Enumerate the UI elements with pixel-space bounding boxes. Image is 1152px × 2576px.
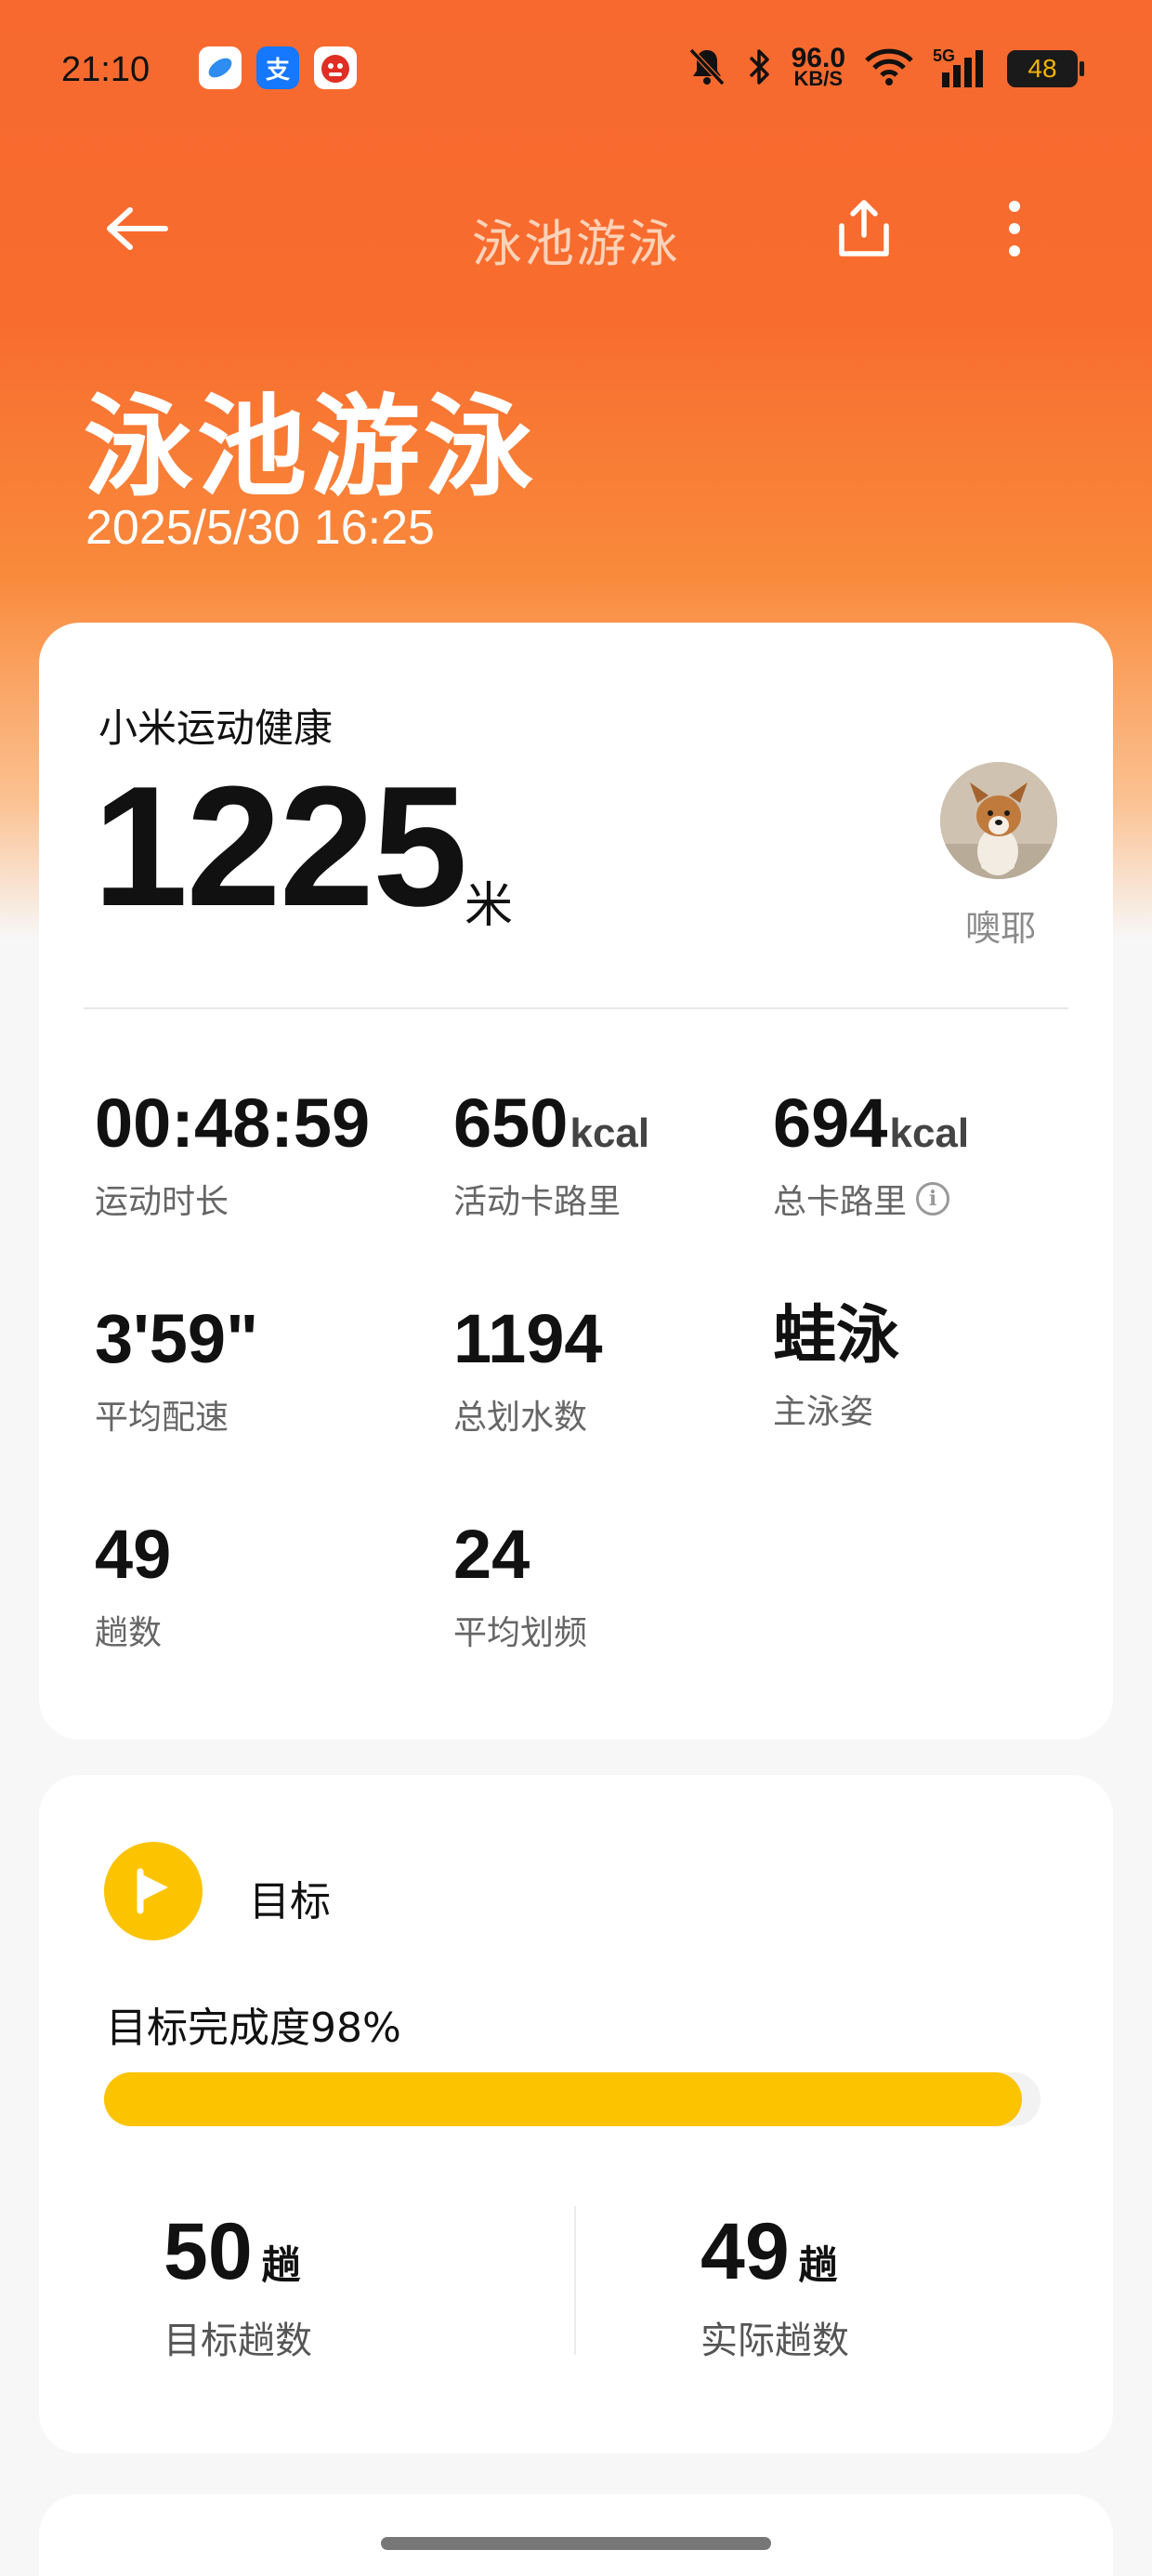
dog-photo (940, 762, 1057, 879)
goal-column-divider (574, 2206, 576, 2355)
distance-unit: 米 (465, 878, 514, 934)
share-button[interactable] (819, 184, 909, 273)
net-speed: 96.0 KB/S (791, 43, 845, 90)
stat-laps: 49 趟数 (95, 1520, 171, 1654)
card-divider (84, 1007, 1068, 1009)
goal-completion-text: 目标完成度98% (106, 2004, 401, 2052)
stat-value: 694 (773, 1084, 888, 1162)
goal-target-label: 目标趟数 (164, 2320, 312, 2362)
stat-label: 运动时长 (95, 1183, 229, 1221)
summary-card: 小米运动健康 1225 米 噢耶 00:48:59 运动时长 650kcal 活… (39, 623, 1113, 1740)
pinduoduo-icon (314, 46, 357, 89)
goal-actual-value: 49 (700, 2207, 790, 2296)
goal-actual-label: 实际趟数 (700, 2320, 849, 2362)
stat-label: 总卡路里 (773, 1183, 908, 1221)
stat-unit: kcal (569, 1111, 650, 1156)
stat-value: 24 (453, 1516, 530, 1593)
stat-value: 1194 (453, 1300, 603, 1377)
net-speed-unit: KB/S (793, 67, 844, 90)
net-speed-value: 96.0 (791, 43, 845, 73)
mute-icon (687, 46, 727, 91)
stat-duration: 00:48:59 运动时长 (95, 1089, 372, 1223)
goal-title: 目标 (249, 1878, 331, 1925)
stat-label: 活动卡路里 (453, 1183, 622, 1221)
status-time: 21:10 (61, 50, 151, 89)
stat-value: 49 (95, 1516, 172, 1593)
next-card (39, 2494, 1113, 2576)
workout-title: 泳池游泳 (84, 383, 538, 511)
browser-icon (199, 46, 242, 89)
stat-unit: kcal (889, 1111, 970, 1156)
stat-label: 平均划频 (453, 1614, 588, 1652)
goal-actual-unit: 趟 (798, 2242, 838, 2288)
total-distance: 1225 (93, 750, 467, 941)
stat-value: 3'59" (95, 1300, 259, 1377)
more-options-button[interactable] (970, 184, 1059, 273)
alipay-icon: 支 (256, 46, 299, 89)
data-source-label: 小米运动健康 (98, 705, 334, 751)
goal-target-value: 50 (164, 2207, 253, 2296)
stat-avg-pace: 3'59" 平均配速 (95, 1305, 258, 1439)
stat-active-calories: 650kcal 活动卡路里 (453, 1089, 649, 1223)
workout-datetime: 2025/5/30 16:25 (85, 501, 435, 555)
home-indicator[interactable] (381, 2537, 771, 2550)
stat-total-strokes: 1194 总划水数 (453, 1305, 603, 1439)
stat-avg-stroke-rate: 24 平均划频 (453, 1520, 587, 1654)
info-icon[interactable]: i (916, 1182, 950, 1216)
wifi-icon (864, 48, 914, 89)
stat-value: 00:48:59 (95, 1084, 371, 1162)
stat-main-stroke: 蛙泳 主泳姿 (773, 1305, 899, 1433)
share-icon (839, 200, 889, 256)
cellular-signal-icon: 5G (933, 46, 988, 89)
avatar[interactable] (940, 762, 1057, 879)
more-vertical-icon (1009, 201, 1020, 256)
goal-target-unit: 趟 (261, 2242, 301, 2288)
status-bar: 21:10 支 96.0 KB/S 5G 48 (0, 0, 1152, 130)
stat-label: 趟数 (95, 1614, 163, 1652)
goal-actual: 49 趟 实际趟数 (700, 2212, 849, 2364)
stat-label: 总划水数 (453, 1399, 588, 1437)
goal-card[interactable]: 目标 目标完成度98% 50 趟 目标趟数 49 趟 实际趟数 (39, 1775, 1113, 2453)
top-nav-bar: 泳池游泳 (0, 167, 1152, 279)
flag-icon (104, 1842, 203, 1940)
stat-label: 主泳姿 (773, 1393, 874, 1431)
stat-value: 650 (453, 1084, 569, 1162)
stat-total-calories: 694kcal 总卡路里 i (773, 1089, 969, 1223)
bluetooth-icon (745, 46, 773, 91)
status-icons: 96.0 KB/S 5G 48 (687, 41, 1084, 97)
goal-progress-fill (104, 2072, 1022, 2126)
stat-value: 蛙泳 (773, 1299, 900, 1373)
goal-progress-bar (104, 2072, 1041, 2126)
goal-target: 50 趟 目标趟数 (164, 2212, 312, 2364)
stat-label: 平均配速 (95, 1399, 229, 1437)
user-name: 噢耶 (964, 908, 1036, 949)
battery-indicator: 48 (1007, 50, 1084, 87)
